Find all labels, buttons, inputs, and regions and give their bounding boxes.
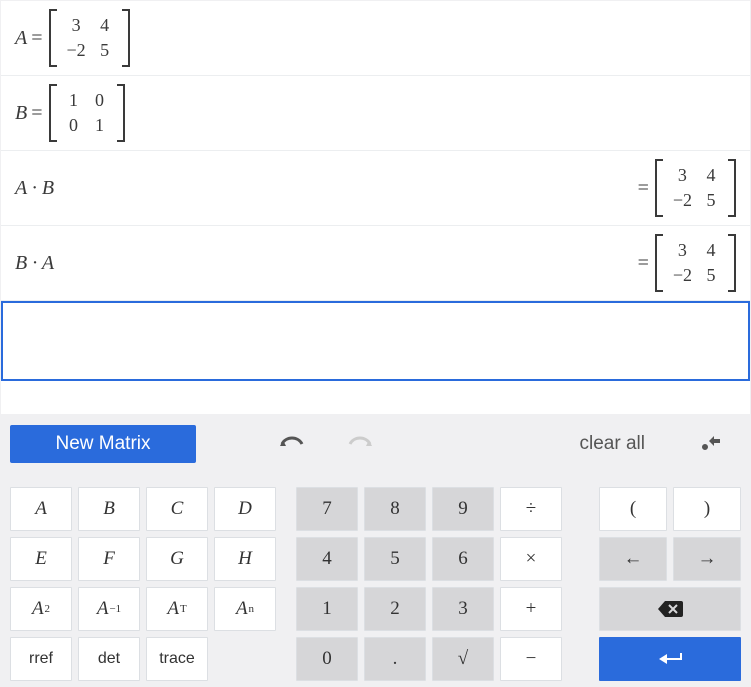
var-label: A <box>15 27 27 50</box>
key-7[interactable]: 7 <box>296 487 358 531</box>
numeric-keypad: 7 8 9 ÷ 4 5 6 × 1 2 3 + 0 . √ − <box>296 487 565 681</box>
key-4[interactable]: 4 <box>296 537 358 581</box>
active-input[interactable] <box>1 301 750 381</box>
key-2[interactable]: 2 <box>364 587 426 631</box>
key-D[interactable]: D <box>214 487 276 531</box>
redo-button[interactable] <box>330 426 390 462</box>
key-left-arrow[interactable]: ← <box>599 537 667 581</box>
key-right-arrow[interactable]: → <box>673 537 741 581</box>
equals: = <box>638 177 649 200</box>
key-multiply[interactable]: × <box>500 537 562 581</box>
key-minus[interactable]: − <box>500 637 562 681</box>
key-9[interactable]: 9 <box>432 487 494 531</box>
key-lparen[interactable]: ( <box>599 487 667 531</box>
key-1[interactable]: 1 <box>296 587 358 631</box>
key-decimal[interactable]: . <box>364 637 426 681</box>
key-A-power-n[interactable]: An <box>214 587 276 631</box>
matrix-B: 10 01 <box>61 84 113 142</box>
history-row[interactable]: B · A = 34 −25 <box>1 226 750 301</box>
matrix-A: 34 −25 <box>61 9 118 67</box>
key-8[interactable]: 8 <box>364 487 426 531</box>
bracket-right <box>117 84 125 142</box>
bracket-left <box>655 234 663 292</box>
undo-button[interactable] <box>262 426 322 462</box>
key-A-transpose[interactable]: AT <box>146 587 208 631</box>
key-det[interactable]: det <box>78 637 140 681</box>
key-C[interactable]: C <box>146 487 208 531</box>
expression: B · A <box>15 252 54 275</box>
equals: = <box>31 27 42 50</box>
key-E[interactable]: E <box>10 537 72 581</box>
key-A-squared[interactable]: A2 <box>10 587 72 631</box>
key-H[interactable]: H <box>214 537 276 581</box>
bracket-left <box>655 159 663 217</box>
history-row[interactable]: B = 10 01 <box>1 76 750 151</box>
nav-keypad: ( ) ← → <box>581 487 741 681</box>
equals: = <box>638 252 649 275</box>
bracket-right <box>728 159 736 217</box>
key-5[interactable]: 5 <box>364 537 426 581</box>
bracket-left <box>49 84 57 142</box>
key-0[interactable]: 0 <box>296 637 358 681</box>
key-plus[interactable]: + <box>500 587 562 631</box>
key-A-inverse[interactable]: A−1 <box>78 587 140 631</box>
key-backspace[interactable] <box>599 587 741 631</box>
key-F[interactable]: F <box>78 537 140 581</box>
keypad-panel: New Matrix clear all A B C D E F G H A2 … <box>0 415 751 687</box>
equals: = <box>31 102 42 125</box>
bracket-right <box>728 234 736 292</box>
key-sqrt[interactable]: √ <box>432 637 494 681</box>
variable-keypad: A B C D E F G H A2 A−1 AT An rref det tr… <box>10 487 280 681</box>
key-enter[interactable] <box>599 637 741 681</box>
clear-all-button[interactable]: clear all <box>552 433 673 455</box>
key-trace[interactable]: trace <box>146 637 208 681</box>
var-label: B <box>15 102 27 125</box>
bracket-right <box>122 9 130 67</box>
key-B[interactable]: B <box>78 487 140 531</box>
key-rparen[interactable]: ) <box>673 487 741 531</box>
expression: A · B <box>15 177 54 200</box>
key-G[interactable]: G <box>146 537 208 581</box>
history-row[interactable]: A = 34 −25 <box>1 1 750 76</box>
history-panel[interactable]: A = 34 −25 B = 10 01 A · B = <box>0 0 751 415</box>
settings-button[interactable] <box>681 426 741 462</box>
key-3[interactable]: 3 <box>432 587 494 631</box>
key-6[interactable]: 6 <box>432 537 494 581</box>
history-row[interactable]: A · B = 34 −25 <box>1 151 750 226</box>
matrix-result: 34 −25 <box>667 234 724 292</box>
key-divide[interactable]: ÷ <box>500 487 562 531</box>
key-rref[interactable]: rref <box>10 637 72 681</box>
new-matrix-button[interactable]: New Matrix <box>10 425 196 463</box>
matrix-result: 34 −25 <box>667 159 724 217</box>
bracket-left <box>49 9 57 67</box>
key-A[interactable]: A <box>10 487 72 531</box>
